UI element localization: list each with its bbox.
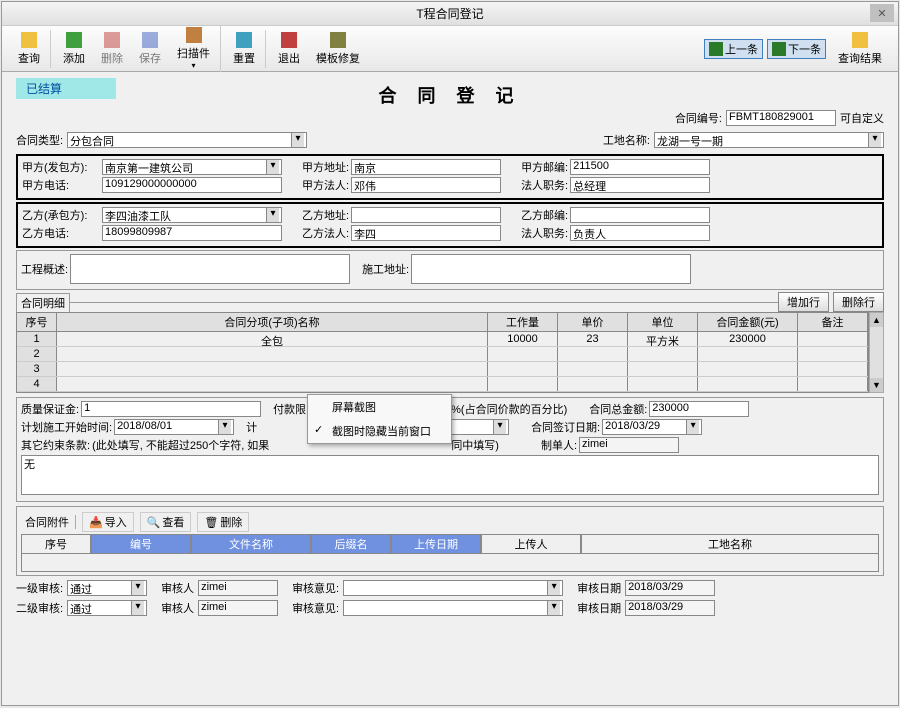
audit1-date: 2018/03/29 (625, 580, 715, 596)
audit-level-1: 一级审核: 通过 审核人 zimei 审核意见: 审核日期 2018/03/29 (16, 580, 884, 596)
party-b-box: 乙方(承包方): 李四油漆工队 乙方地址: 乙方邮编: 乙方电话: 180998… (16, 202, 884, 248)
party-b-phone-input[interactable]: 18099809987 (102, 225, 282, 241)
next-record-button[interactable]: 下一条 (767, 39, 826, 59)
add-row-button[interactable]: 增加行 (778, 292, 829, 312)
detail-scrollbar[interactable]: ▲ ▼ (869, 312, 884, 393)
party-b-legal-input[interactable]: 李四 (351, 225, 501, 241)
scan-icon (186, 27, 202, 43)
contract-type-select[interactable]: 分包合同 (67, 132, 307, 148)
total-amount-input[interactable]: 230000 (649, 401, 749, 417)
close-button[interactable]: ✕ (870, 4, 894, 22)
party-a-legal-input[interactable]: 邓伟 (351, 177, 501, 193)
context-menu[interactable]: 屏幕截图 截图时隐藏当前窗口 (307, 394, 452, 444)
custom-label: 可自定义 (840, 110, 884, 126)
delete-button[interactable]: 删除 (93, 30, 131, 68)
query-result-button[interactable]: 查询结果 (830, 30, 890, 68)
site-name-label: 工地名称: (603, 132, 650, 148)
import-icon: 📥 (89, 516, 103, 529)
exit-icon (281, 32, 297, 48)
audit2-opinion-select[interactable] (343, 600, 563, 616)
table-row[interactable]: 2 (17, 347, 868, 362)
detail-section-label: 合同明细 (16, 293, 70, 312)
audit2-status-select[interactable]: 通过 (67, 600, 147, 616)
project-desc-input[interactable] (70, 254, 350, 284)
table-row[interactable]: 3 (17, 362, 868, 377)
plan-start-date[interactable]: 2018/08/01 (114, 419, 234, 435)
content-area: 已结算 合 同 登 记 合同编号: FBMT180829001 可自定义 合同类… (2, 72, 898, 705)
table-row[interactable]: 1全包1000023平方米230000 (17, 332, 868, 347)
audit1-opinion-select[interactable] (343, 580, 563, 596)
window-title: T程合同登记 (416, 5, 483, 22)
party-b-post-input[interactable] (570, 207, 710, 223)
party-b-duty-input[interactable]: 负责人 (570, 225, 710, 241)
attach-grid-header: 序号 编号 文件名称 后缀名 上传日期 上传人 工地名称 (21, 534, 879, 554)
scan-button[interactable]: 扫描件▾ (169, 25, 221, 72)
audit1-status-select[interactable]: 通过 (67, 580, 147, 596)
mid-box: 质量保证金: 1 付款限: %(占合同价款的百分比) 合同总金额: 230000… (16, 397, 884, 502)
exit-button[interactable]: 退出 (270, 30, 308, 68)
audit1-person: zimei (198, 580, 278, 596)
prev-record-button[interactable]: 上一条 (704, 39, 763, 59)
maker-input: zimei (579, 437, 679, 453)
party-a-duty-input[interactable]: 总经理 (570, 177, 710, 193)
delete-icon: 🗑 (204, 516, 218, 529)
audit2-person: zimei (198, 600, 278, 616)
attach-delete-button[interactable]: 🗑删除 (197, 512, 249, 532)
construct-addr-input[interactable] (411, 254, 691, 284)
party-a-addr-input[interactable]: 南京 (351, 159, 501, 175)
plus-icon (66, 32, 82, 48)
query-button[interactable]: 查询 (10, 30, 51, 68)
party-a-name-select[interactable]: 南京第一建筑公司 (102, 159, 282, 175)
result-icon (852, 32, 868, 48)
audit2-date: 2018/03/29 (625, 600, 715, 616)
template-repair-button[interactable]: 模板修复 (308, 30, 368, 68)
save-button[interactable]: 保存 (131, 30, 169, 68)
refresh-icon (236, 32, 252, 48)
attach-grid-body[interactable] (21, 554, 879, 572)
quality-input[interactable]: 1 (81, 401, 261, 417)
party-a-phone-input[interactable]: 109129000000000 (102, 177, 282, 193)
disk-icon (142, 32, 158, 48)
arrow-left-icon (709, 42, 723, 56)
desc-box: 工程概述: 施工地址: (16, 250, 884, 290)
other-terms-input[interactable]: 无 (21, 455, 879, 495)
reset-button[interactable]: 重置 (225, 30, 266, 68)
add-button[interactable]: 添加 (55, 30, 93, 68)
main-window: T程合同登记 ✕ 查询 添加 删除 保存 扫描件▾ 重置 退出 模板修复 上一条… (1, 1, 899, 706)
attach-box: 合同附件 📥导入 🔍查看 🗑删除 序号 编号 文件名称 后缀名 上传日期 上传人… (16, 506, 884, 576)
scroll-up-button[interactable]: ▲ (870, 313, 883, 327)
party-b-addr-input[interactable] (351, 207, 501, 223)
view-icon: 🔍 (147, 516, 161, 529)
table-row[interactable]: 4 (17, 377, 868, 392)
template-icon (330, 32, 346, 48)
party-a-post-input[interactable]: 211500 (570, 159, 710, 175)
contract-type-label: 合同类型: (16, 132, 63, 148)
detail-grid-header: 序号 合同分项(子项)名称 工作量 单价 单位 合同金额(元) 备注 (16, 312, 869, 332)
toolbar: 查询 添加 删除 保存 扫描件▾ 重置 退出 模板修复 上一条 下一条 查询结果 (2, 26, 898, 72)
delete-row-button[interactable]: 删除行 (833, 292, 884, 312)
party-b-name-select[interactable]: 李四油漆工队 (102, 207, 282, 223)
attach-view-button[interactable]: 🔍查看 (140, 512, 192, 532)
menu-hide-window[interactable]: 截图时隐藏当前窗口 (308, 419, 451, 443)
x-icon (104, 32, 120, 48)
contract-no-input[interactable]: FBMT180829001 (726, 110, 836, 126)
arrow-right-icon (772, 42, 786, 56)
titlebar: T程合同登记 ✕ (2, 2, 898, 26)
sign-date[interactable]: 2018/03/29 (602, 419, 702, 435)
audit-level-2: 二级审核: 通过 审核人 zimei 审核意见: 审核日期 2018/03/29 (16, 600, 884, 616)
site-name-select[interactable]: 龙湖一号一期 (654, 132, 884, 148)
page-title: 合 同 登 记 (16, 82, 884, 108)
detail-grid-body[interactable]: 1全包1000023平方米230000234 (16, 332, 869, 393)
party-a-box: 甲方(发包方): 南京第一建筑公司 甲方地址: 南京 甲方邮编: 211500 … (16, 154, 884, 200)
attach-import-button[interactable]: 📥导入 (82, 512, 134, 532)
status-badge: 已结算 (16, 78, 116, 99)
contract-no-label: 合同编号: (675, 110, 722, 126)
scroll-down-button[interactable]: ▼ (870, 378, 883, 392)
menu-screenshot[interactable]: 屏幕截图 (308, 395, 451, 419)
search-icon (21, 32, 37, 48)
